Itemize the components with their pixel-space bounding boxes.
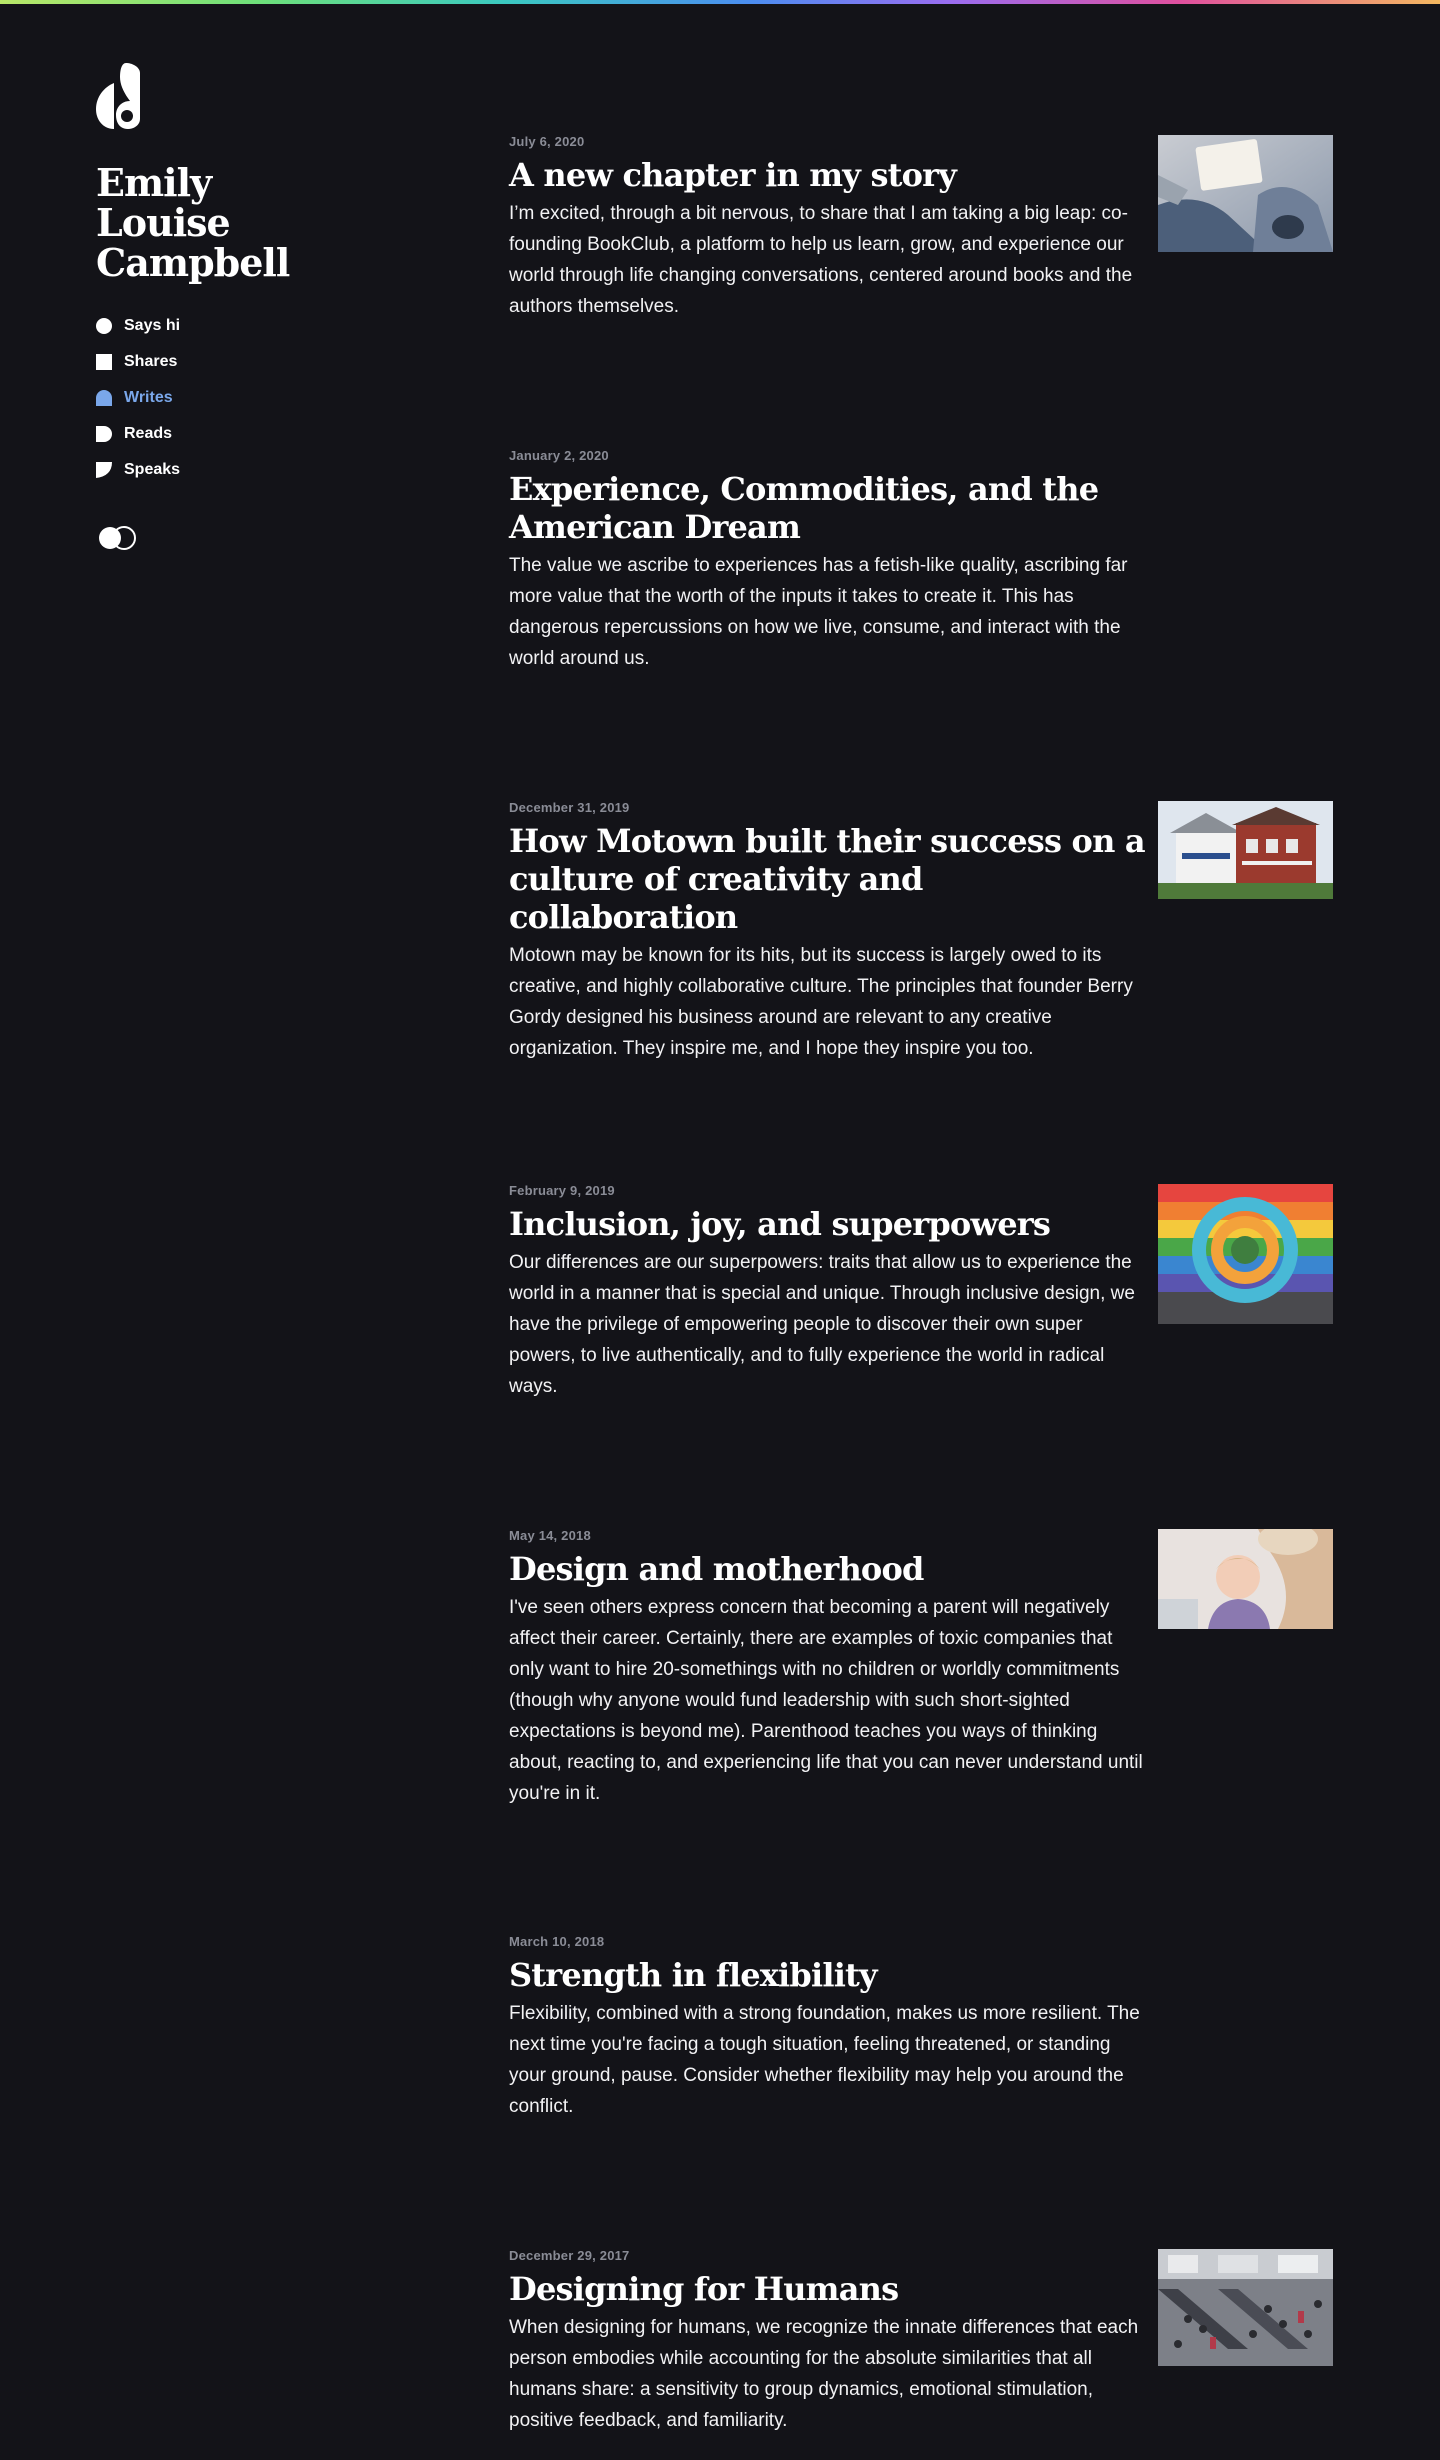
circle-icon [96,318,112,334]
ec-monogram-logo-icon[interactable] [96,63,144,129]
post-item: February 9, 2019 Inclusion, joy, and sup… [509,1183,1333,1402]
nav-item-speaks[interactable]: Speaks [96,452,336,488]
rainbow-mural-photo[interactable] [1158,1184,1333,1324]
post-title[interactable]: Design and motherhood [509,1550,1149,1588]
nav-item-label: Says hi [124,317,181,334]
post-title[interactable]: Strength in flexibility [509,1956,1149,1994]
mother-and-child-photo[interactable] [1158,1529,1333,1629]
post-item: July 6, 2020 A new chapter in my story I… [509,134,1333,322]
half-round-icon [96,426,112,442]
rainbow-top-bar [0,0,1440,4]
post-item: January 2, 2020 Experience, Commodities,… [509,448,1333,674]
post-title[interactable]: Inclusion, joy, and superpowers [509,1205,1149,1243]
site-name: Emily Louise Campbell [96,160,290,285]
post-title[interactable]: A new chapter in my story [509,156,1149,194]
square-icon [96,354,112,370]
nav-item-label: Shares [124,353,178,370]
sidebar: Emily Louise Campbell Says hi Shares Wri… [96,63,336,552]
post-item: December 31, 2019 How Motown built their… [509,800,1333,1064]
post-excerpt: Motown may be known for its hits, but it… [509,945,1133,1059]
post-title[interactable]: Designing for Humans [509,2270,1149,2308]
motown-house-photo[interactable] [1158,801,1333,899]
post-date: January 2, 2020 [509,448,609,463]
crowded-mall-escalators-photo[interactable] [1158,2249,1333,2366]
post-excerpt: When designing for humans, we recognize … [509,2317,1139,2431]
nav-item-reads[interactable]: Reads [96,416,336,452]
nav-item-label: Writes [124,389,173,406]
post-excerpt: I’m excited, through a bit nervous, to s… [509,203,1133,317]
arch-icon [96,390,112,406]
post-title[interactable]: Experience, Commodities, and the America… [509,470,1149,546]
main-nav: Says hi Shares Writes Reads Speaks [96,308,336,488]
theme-toggle-icon[interactable] [96,524,140,552]
post-item: December 29, 2017 Designing for Humans W… [509,2248,1333,2436]
nav-item-writes[interactable]: Writes [96,380,336,416]
nav-item-shares[interactable]: Shares [96,344,336,380]
post-date: March 10, 2018 [509,1934,605,1949]
post-excerpt: I've seen others express concern that be… [509,1597,1143,1804]
post-item: March 10, 2018 Strength in flexibility F… [509,1934,1333,2122]
post-excerpt: Our differences are our superpowers: tra… [509,1252,1135,1397]
post-excerpt: Flexibility, combined with a strong foun… [509,2003,1140,2117]
nav-item-label: Speaks [124,461,181,478]
post-excerpt: The value we ascribe to experiences has … [509,555,1128,669]
nav-item-says-hi[interactable]: Says hi [96,308,336,344]
person-reading-book-photo[interactable] [1158,135,1333,252]
leaf-icon [96,462,112,478]
post-item: May 14, 2018 Design and motherhood I've … [509,1528,1333,1809]
post-title[interactable]: How Motown built their success on a cult… [509,822,1149,936]
nav-item-label: Reads [124,425,173,442]
